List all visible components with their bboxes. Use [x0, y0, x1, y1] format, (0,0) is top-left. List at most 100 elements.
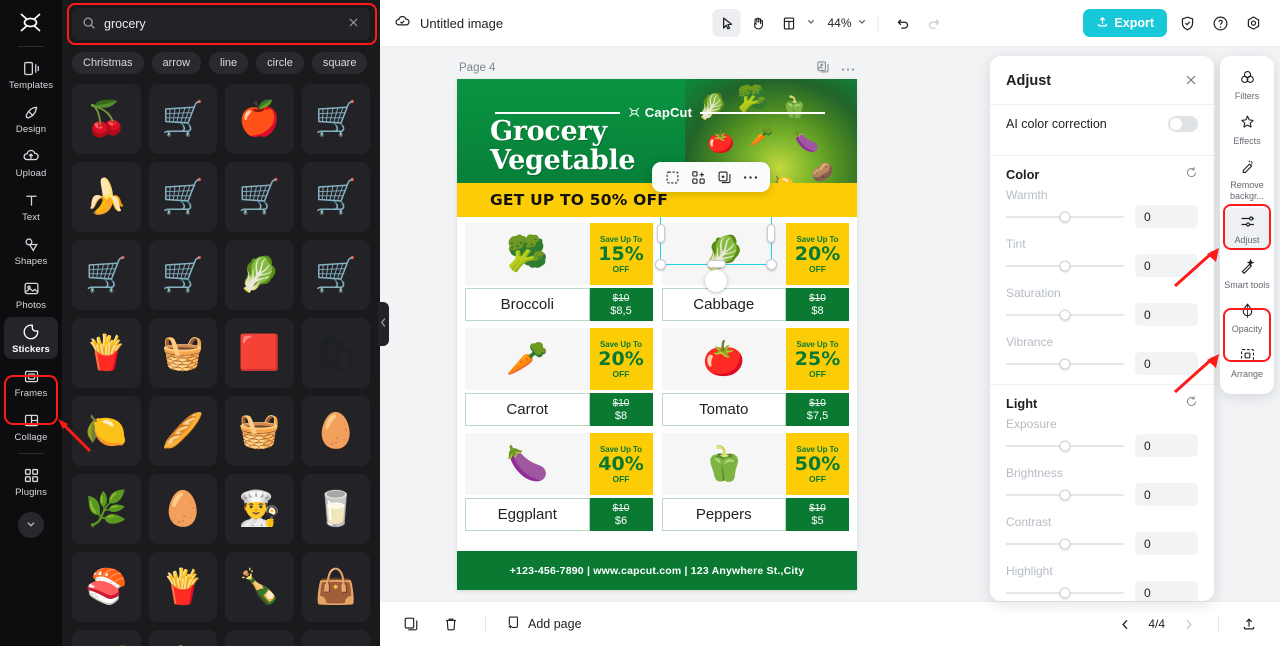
hand-tool-button[interactable]	[743, 9, 771, 37]
sticker-shopping-bag-minus[interactable]: 👜	[301, 552, 370, 622]
sticker-white-stone-plate[interactable]: 🥚	[148, 474, 217, 544]
canvas-footer[interactable]: +123-456-7890 | www.capcut.com | 123 Any…	[457, 551, 857, 590]
sidebar-item-templates[interactable]: Templates	[4, 53, 58, 95]
sidebar-item-design[interactable]: Design	[4, 97, 58, 139]
sticker-cart-plus-outline[interactable]: 🛒	[301, 84, 370, 154]
tool-remove-backgr[interactable]: Remove backgr...	[1224, 153, 1270, 204]
sticker-salmon-fillet[interactable]: 🍣	[72, 552, 141, 622]
zoom-level[interactable]: 44%	[825, 16, 853, 30]
chip-christmas[interactable]: Christmas	[72, 52, 144, 74]
trash-icon[interactable]	[438, 611, 464, 637]
sticker-banana-small[interactable]: 🍌	[148, 630, 217, 646]
slider-knob[interactable]	[1059, 260, 1071, 271]
tool-smart-tools[interactable]: Smart tools	[1224, 253, 1270, 294]
sticker-milk-bottle-outline[interactable]: 🥛	[301, 474, 370, 544]
document-title[interactable]: Untitled image	[394, 13, 523, 33]
slider-track[interactable]	[1006, 358, 1124, 369]
share-upload-icon[interactable]	[1236, 611, 1262, 637]
sticker-baguette-bread[interactable]: 🥖	[148, 396, 217, 466]
chevron-down-icon[interactable]	[512, 16, 523, 30]
smart-tools-icon[interactable]	[687, 166, 709, 188]
slider-knob[interactable]	[1059, 211, 1071, 222]
more-horizontal-icon[interactable]	[841, 61, 855, 75]
tool-arrange[interactable]: Arrange	[1224, 342, 1270, 383]
sticker-bottles-blue-green[interactable]: 🍾	[225, 552, 294, 622]
sticker-chef-character[interactable]: 👨‍🍳	[225, 474, 294, 544]
sticker-pink-paper-square[interactable]: 🟥	[225, 318, 294, 388]
product-image-carrot[interactable]: 🥕	[465, 328, 590, 390]
sticker-healthy-food-banana-badge[interactable]: 🍌	[72, 162, 141, 232]
product-card[interactable]: 🫑 Save Up To 50% OFF Peppers $10 $5	[661, 433, 849, 531]
slider-value[interactable]: 0	[1135, 434, 1198, 457]
slider-value[interactable]: 0	[1135, 303, 1198, 326]
sticker-cart-blue-line[interactable]: 🛒	[301, 240, 370, 310]
chip-square[interactable]: square	[311, 52, 368, 74]
slider-value[interactable]: 0	[1135, 532, 1198, 555]
sticker-french-fries-outline[interactable]: 🍟	[148, 552, 217, 622]
sticker-hanging-plant-basket[interactable]: 🌿	[72, 474, 141, 544]
product-card[interactable]: 🍅 Save Up To 25% OFF Tomato $10 $7,5	[661, 328, 849, 426]
sticker-cart-white-filled[interactable]: 🛒	[225, 162, 294, 232]
slider-knob[interactable]	[1059, 489, 1071, 500]
close-icon[interactable]	[1184, 73, 1198, 90]
more-horizontal-icon[interactable]	[739, 166, 761, 188]
sidebar-item-plugins[interactable]: Plugins	[4, 460, 58, 502]
sidebar-item-shapes[interactable]: Shapes	[4, 229, 58, 271]
sticker-cart-plus-thin[interactable]: 🛒	[148, 240, 217, 310]
sidebar-item-photos[interactable]: Photos	[4, 273, 58, 315]
product-image-broccoli[interactable]: 🥦	[465, 223, 590, 285]
sidebar-item-upload[interactable]: Upload	[4, 141, 58, 183]
sticker-shopping-basket-red[interactable]: 🧺	[148, 318, 217, 388]
chevron-down-icon[interactable]	[857, 16, 868, 30]
duplicate-page-icon[interactable]	[816, 60, 830, 77]
sticker-shopping-cart-filled[interactable]: 🛒	[148, 84, 217, 154]
chip-circle[interactable]: circle	[256, 52, 304, 74]
sticker-carrot-small[interactable]: 🥕	[225, 630, 294, 646]
chip-line[interactable]: line	[209, 52, 249, 74]
design-canvas[interactable]: 🥬 🥦 🫑 🍅 🥕 🍆 🥒 🧄 🍋 🥔	[457, 79, 857, 590]
capcut-logo[interactable]	[14, 8, 48, 38]
resize-handle-bottom[interactable]	[706, 260, 726, 268]
prev-page-button[interactable]	[1112, 611, 1138, 637]
sticker-bottle-small[interactable]: 🧃	[301, 630, 370, 646]
slider-value[interactable]: 0	[1135, 205, 1198, 228]
sticker-cart-outline-gray[interactable]: 🛒	[148, 162, 217, 232]
slider-value[interactable]: 0	[1135, 352, 1198, 375]
close-icon[interactable]	[347, 16, 360, 32]
chip-arrow[interactable]: arrow	[151, 52, 202, 74]
sticker-shopping-bags-red-gray[interactable]: 🛍	[301, 318, 370, 388]
product-card[interactable]: 🥕 Save Up To 20% OFF Carrot $10 $8	[465, 328, 653, 426]
sticker-cart-minus-outline[interactable]: 🛒	[72, 240, 141, 310]
product-image-tomato[interactable]: 🍅	[661, 328, 786, 390]
product-image-peppers[interactable]: 🫑	[661, 433, 786, 495]
undo-button[interactable]	[889, 9, 917, 37]
resize-handle-right[interactable]	[767, 224, 775, 243]
slider-track[interactable]	[1006, 489, 1124, 500]
slider-track[interactable]	[1006, 538, 1124, 549]
slider-track[interactable]	[1006, 309, 1124, 320]
resize-handle-br[interactable]	[766, 259, 777, 270]
slider-knob[interactable]	[1059, 587, 1071, 598]
cutout-icon[interactable]	[661, 166, 683, 188]
sticker-basket-outline-gray[interactable]: 🧺	[225, 396, 294, 466]
search-input[interactable]: grocery	[72, 8, 370, 40]
sticker-organic-food-badge[interactable]: 🍎	[225, 84, 294, 154]
rail-collapse-button[interactable]	[18, 512, 44, 538]
add-page-button[interactable]: Add page	[507, 615, 582, 633]
resize-handle-left[interactable]	[657, 224, 665, 243]
resize-handle-bl[interactable]	[655, 259, 666, 270]
slider-knob[interactable]	[1059, 538, 1071, 549]
slider-value[interactable]: 0	[1135, 254, 1198, 277]
slider-knob[interactable]	[1059, 358, 1071, 369]
sticker-the-food-issue-badge[interactable]: 🍟	[72, 318, 141, 388]
product-card[interactable]: 🍆 Save Up To 40% OFF Eggplant $10 $6	[465, 433, 653, 531]
sidebar-item-collage[interactable]: Collage	[4, 405, 58, 447]
ai-color-correction-row[interactable]: AI color correction	[1006, 105, 1198, 143]
slider-knob[interactable]	[1059, 440, 1071, 451]
chevron-down-icon[interactable]	[805, 16, 816, 30]
help-circle-icon[interactable]	[1207, 10, 1233, 36]
duplicate-icon[interactable]	[713, 166, 735, 188]
sidebar-item-frames[interactable]: Frames	[4, 361, 58, 403]
select-tool-button[interactable]	[712, 9, 741, 37]
sticker-orange-oval-plate[interactable]: 🥚	[301, 396, 370, 466]
